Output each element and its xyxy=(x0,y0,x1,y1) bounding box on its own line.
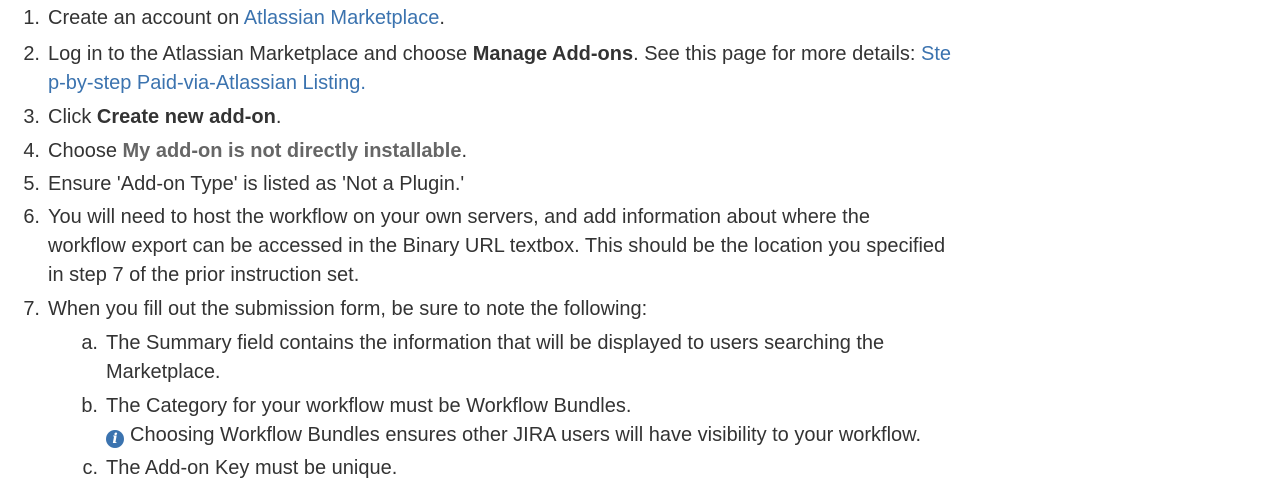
step-text: Log in to the Atlassian Marketplace and … xyxy=(48,43,473,65)
substep-text: The Add-on Key must be unique. xyxy=(106,457,398,479)
substep-letter: a. xyxy=(81,332,98,354)
step-number: 3. xyxy=(23,106,40,128)
step-text: Ensure 'Add-on Type' is listed as 'Not a… xyxy=(48,173,465,195)
step-text: You will need to host the workflow on yo… xyxy=(48,206,870,228)
paid-listing-link-part1[interactable]: Ste xyxy=(921,43,951,65)
paid-listing-link-part2[interactable]: p-by-step Paid-via-Atlassian Listing xyxy=(48,72,360,94)
step-text: workflow export can be accessed in the B… xyxy=(48,235,946,257)
substep-text: Marketplace. xyxy=(106,361,221,383)
info-icon: i xyxy=(106,430,124,448)
substep-text: The Summary field contains the informati… xyxy=(106,332,885,354)
step-number: 4. xyxy=(23,140,40,162)
step-text: When you fill out the submission form, b… xyxy=(48,298,648,320)
step-number: 7. xyxy=(23,298,40,320)
step-text: in step 7 of the prior instruction set. xyxy=(48,264,360,286)
paid-listing-link-punct[interactable]: . xyxy=(360,72,366,94)
step-punct: . xyxy=(275,106,282,128)
step-number: 5. xyxy=(23,173,40,195)
step-text: Create an account on xyxy=(48,7,244,29)
step-number: 6. xyxy=(23,206,40,228)
substep-letter: c. xyxy=(82,457,98,479)
step-number: 1. xyxy=(23,7,40,29)
instruction-list: 1. Create an account on Atlassian Market… xyxy=(0,0,1268,483)
create-new-addon-label: Create new add-on xyxy=(96,106,276,128)
step-punct: . xyxy=(461,140,468,162)
step-text: Click xyxy=(48,106,97,128)
not-installable-label: My add-on is not directly installable xyxy=(122,140,462,162)
substep-letter: b. xyxy=(81,395,98,417)
info-note-text: Choosing Workflow Bundles ensures other … xyxy=(130,424,922,446)
step-text: Choose xyxy=(48,140,123,162)
step-number: 2. xyxy=(23,43,40,65)
atlassian-marketplace-link[interactable]: Atlassian Marketplace xyxy=(244,7,440,29)
substep-text: The Category for your workflow must be W… xyxy=(106,395,632,417)
step-text: . See this page for more details: xyxy=(633,43,922,65)
manage-addons-label: Manage Add-ons xyxy=(472,43,634,65)
step-punct: . xyxy=(439,7,445,29)
